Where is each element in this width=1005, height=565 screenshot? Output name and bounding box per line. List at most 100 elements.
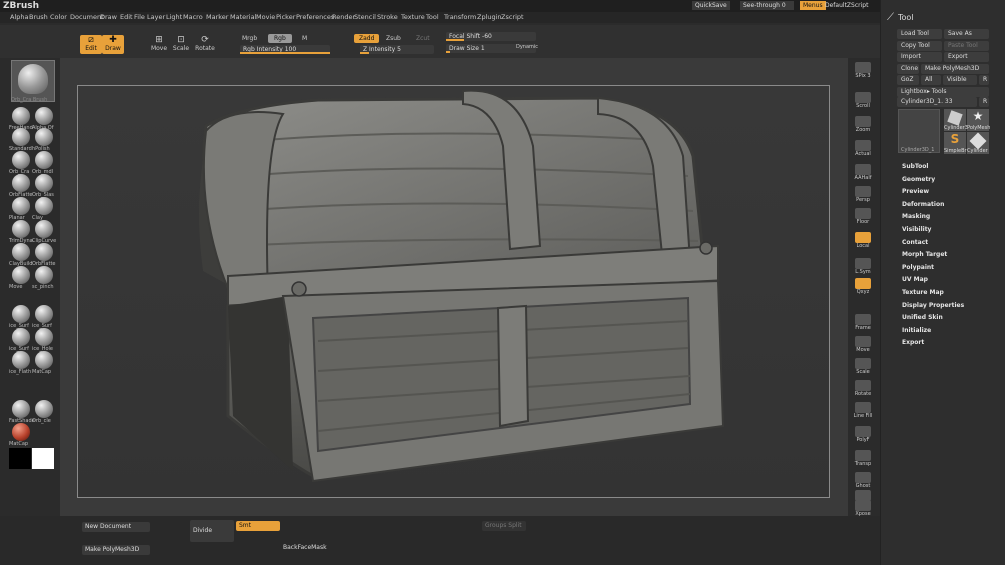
r-button[interactable]: R	[979, 75, 989, 85]
menu-picker[interactable]: Picker	[276, 13, 295, 21]
move-mode-button[interactable]: ⊞ Move	[148, 35, 170, 54]
menu-light[interactable]: Light	[166, 13, 182, 21]
make-polymesh-button[interactable]: Make PolyMesh3D	[921, 64, 989, 74]
tool-section-visibility[interactable]: Visibility	[902, 226, 931, 233]
current-tool-slider[interactable]: Cylinder3D_1. 33	[897, 97, 977, 107]
r2-button[interactable]: R	[979, 97, 989, 107]
menu-layer[interactable]: Layer	[147, 13, 165, 21]
main-color-swatch[interactable]	[32, 448, 54, 469]
draw-mode-button[interactable]: ✚ Draw	[102, 35, 124, 54]
menu-zscript[interactable]: Zscript	[501, 13, 524, 21]
shelf-local-button[interactable]: Local	[852, 232, 874, 252]
shelf-move-button[interactable]: Move	[852, 336, 874, 356]
menu-preferences[interactable]: Preferences	[296, 13, 334, 21]
shelf-polyf-button[interactable]: PolyF	[852, 426, 874, 446]
menu-file[interactable]: File	[134, 13, 145, 21]
brush-ice-flath-icon[interactable]	[12, 351, 30, 369]
default-zscript-button[interactable]: DefaultZScript	[822, 1, 871, 10]
shelf-persp-button[interactable]: Persp	[852, 186, 874, 206]
shelf-line-fill-button[interactable]: Line Fill	[852, 402, 874, 422]
menu-color[interactable]: Color	[50, 13, 67, 21]
tool-section-uv-map[interactable]: UV Map	[902, 276, 928, 283]
shelf-qxyz-button[interactable]: Qxyz	[852, 278, 874, 298]
dynamic-toggle[interactable]: Dynamic	[516, 44, 538, 50]
brush-planar-icon[interactable]	[12, 197, 30, 215]
brush-freehand-icon[interactable]	[12, 107, 30, 125]
brush-orb-cle-icon[interactable]	[35, 400, 53, 418]
mrgb-button[interactable]: Mrgb	[242, 35, 257, 42]
shelf-spix-3-button[interactable]: SPix 3	[852, 62, 874, 82]
shelf-transp-button[interactable]: Transp	[852, 450, 874, 470]
menu-macro[interactable]: Macro	[183, 13, 203, 21]
tool-section-initialize[interactable]: Initialize	[902, 327, 931, 334]
rgb-button[interactable]: Rgb	[268, 34, 292, 43]
menu-brush[interactable]: Brush	[29, 13, 48, 21]
menu-tool[interactable]: Tool	[426, 13, 439, 21]
export-button[interactable]: Export	[944, 52, 989, 62]
shelf-ghost-button[interactable]: Ghost	[852, 472, 874, 492]
tool-section-texture-map[interactable]: Texture Map	[902, 289, 944, 296]
menu-material[interactable]: Material	[230, 13, 256, 21]
brush-standard-icon[interactable]	[12, 128, 30, 146]
quicksave-button[interactable]: QuickSave	[692, 1, 730, 10]
brush-ice-surf-icon[interactable]	[12, 305, 30, 323]
tool-section-preview[interactable]: Preview	[902, 188, 929, 195]
tool-section-polypaint[interactable]: Polypaint	[902, 264, 934, 271]
tool-thumb-polymesh[interactable]: ★ PolyMesh	[967, 109, 990, 131]
brush-orb-cra-icon[interactable]	[12, 151, 30, 169]
zsub-button[interactable]: Zsub	[386, 35, 401, 42]
tool-section-contact[interactable]: Contact	[902, 239, 928, 246]
menu-edit[interactable]: Edit	[120, 13, 133, 21]
menu-zplugin[interactable]: Zplugin	[477, 13, 502, 21]
shelf-scroll-button[interactable]: Scroll	[852, 92, 874, 112]
m-button[interactable]: M	[302, 35, 307, 42]
shelf-actual-button[interactable]: Actual	[852, 140, 874, 160]
shelf-floor-button[interactable]: Floor	[852, 208, 874, 228]
new-document-button[interactable]: New Document	[82, 522, 150, 532]
menu-movie[interactable]: Movie	[256, 13, 275, 21]
rgb-intensity-slider[interactable]: Rgb Intensity 100	[240, 45, 330, 54]
tool-thumb-large[interactable]: Cylinder3D_1	[898, 109, 940, 153]
z-intensity-slider[interactable]: Z Intensity 5	[360, 45, 434, 54]
groups-split-button[interactable]: Groups Split	[482, 521, 526, 531]
tool-section-deformation[interactable]: Deformation	[902, 201, 944, 208]
paste-tool-button[interactable]: Paste Tool	[944, 41, 989, 51]
tool-section-export[interactable]: Export	[902, 339, 924, 346]
brush-matcap-icon[interactable]	[12, 423, 30, 441]
brush-move-icon[interactable]	[12, 266, 30, 284]
tool-section-display-properties[interactable]: Display Properties	[902, 302, 964, 309]
brush-ice-surf-icon[interactable]	[12, 328, 30, 346]
menu-render[interactable]: Render	[332, 13, 355, 21]
import-button[interactable]: Import	[897, 52, 942, 62]
brush-fastshade-icon[interactable]	[12, 400, 30, 418]
tool-section-unified-skin[interactable]: Unified Skin	[902, 314, 943, 321]
shelf-aahalf-button[interactable]: AAHalf	[852, 164, 874, 184]
menu-stroke[interactable]: Stroke	[377, 13, 398, 21]
brush-orbflatte-icon[interactable]	[35, 243, 53, 261]
clone-button[interactable]: Clone	[897, 64, 919, 74]
brush-ice-hole-icon[interactable]	[35, 328, 53, 346]
make-polymesh-bottom-button[interactable]: Make PolyMesh3D	[82, 545, 150, 555]
menu-marker[interactable]: Marker	[206, 13, 228, 21]
zadd-button[interactable]: Zadd	[354, 34, 380, 43]
smt-toggle[interactable]: Smt	[236, 521, 280, 531]
menu-stencil[interactable]: Stencil	[354, 13, 376, 21]
seethrough-slider[interactable]: See-through 0	[740, 1, 794, 10]
menu-texture[interactable]: Texture	[401, 13, 425, 21]
rotate-mode-button[interactable]: ⟳ Rotate	[194, 35, 216, 54]
menu-document[interactable]: Document	[70, 13, 104, 21]
backface-mask-button[interactable]: BackFaceMask	[280, 543, 330, 553]
edit-mode-button[interactable]: ⧄ Edit	[80, 35, 102, 54]
scale-mode-button[interactable]: ⊡ Scale	[170, 35, 192, 54]
tool-section-geometry[interactable]: Geometry	[902, 176, 935, 183]
tool-thumb-simplebrush[interactable]: S SimpleBr	[944, 132, 967, 154]
document-viewport[interactable]	[77, 85, 830, 498]
brush-orb-mdl-icon[interactable]	[35, 151, 53, 169]
copy-tool-button[interactable]: Copy Tool	[897, 41, 942, 51]
focal-shift-slider[interactable]: Focal Shift -60	[446, 32, 536, 41]
brush-claybuild-icon[interactable]	[12, 243, 30, 261]
save-as-button[interactable]: Save As	[944, 29, 989, 39]
brush-hpolish-icon[interactable]	[35, 128, 53, 146]
tool-section-subtool[interactable]: SubTool	[902, 163, 928, 170]
lightbox-tools-button[interactable]: Lightbox▸ Tools	[897, 87, 989, 97]
